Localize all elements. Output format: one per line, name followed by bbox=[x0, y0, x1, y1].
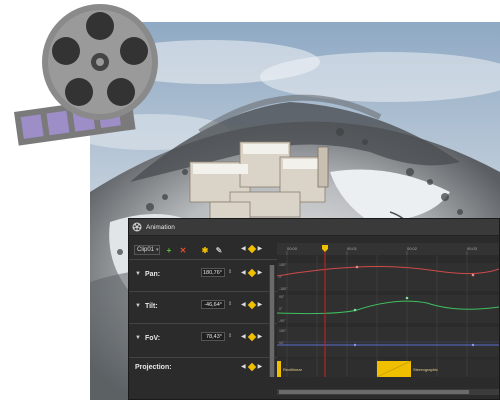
tilt-label[interactable]: ▼ Tilt: bbox=[135, 303, 158, 310]
tilt-spinner[interactable]: ⇕ bbox=[228, 300, 233, 309]
fov-value-input[interactable]: 78,43° bbox=[201, 332, 225, 341]
projection-keyframe-nav: ◀ ▶ bbox=[241, 362, 263, 371]
tilt-keyframe-point[interactable] bbox=[405, 296, 409, 300]
pan-scale-label: 180° bbox=[279, 263, 287, 267]
collapse-icon[interactable]: ▼ bbox=[135, 335, 141, 341]
collapse-icon[interactable]: ▼ bbox=[135, 303, 141, 309]
divider bbox=[129, 357, 277, 358]
delete-clip-icon[interactable]: ✕ bbox=[178, 245, 188, 255]
keyframe-diamond-icon[interactable] bbox=[247, 244, 256, 253]
pan-label[interactable]: ▼ Pan: bbox=[135, 271, 160, 278]
fov-scale-label: 90° bbox=[279, 341, 285, 345]
next-arrow-icon[interactable]: ▶ bbox=[258, 245, 263, 252]
pan-value-input[interactable]: 180,76° bbox=[201, 268, 225, 277]
tilt-value-input[interactable]: -46,64° bbox=[201, 300, 225, 309]
next-arrow-icon[interactable]: ▶ bbox=[258, 269, 263, 276]
next-arrow-icon[interactable]: ▶ bbox=[258, 333, 263, 340]
projection-label: Projection: bbox=[135, 363, 172, 371]
next-arrow-icon[interactable]: ▶ bbox=[258, 301, 263, 308]
animation-panel: Animation Clip01 ▾ + ✕ ✱ ✎ ◀ ▶ ▼ Pan: 180… bbox=[128, 218, 500, 400]
tilt-keyframe-nav: ◀ ▶ bbox=[241, 300, 263, 309]
fov-keyframe-point[interactable] bbox=[353, 343, 357, 347]
collapse-icon[interactable]: ▼ bbox=[135, 271, 141, 277]
pan-row: ▼ Pan: 180,76° ⇕ ◀ ▶ bbox=[129, 263, 277, 285]
divider bbox=[129, 259, 277, 260]
toolbar-keyframe-nav: ◀ ▶ bbox=[241, 244, 263, 253]
time-tick: 00:02 bbox=[407, 246, 418, 251]
prev-arrow-icon[interactable]: ◀ bbox=[241, 269, 246, 276]
prev-arrow-icon[interactable]: ◀ bbox=[241, 301, 246, 308]
scrollbar-thumb[interactable] bbox=[270, 265, 274, 377]
keyframe-diamond-icon[interactable] bbox=[247, 362, 256, 371]
tilt-scale-label: 0° bbox=[279, 307, 283, 311]
panel-title: Animation bbox=[146, 223, 175, 231]
animation-titlebar: Animation bbox=[129, 219, 499, 236]
time-tick: 00:01 bbox=[347, 246, 358, 251]
projection-segment-label: Stereographic bbox=[413, 367, 438, 372]
projection-row: Projection: ◀ ▶ bbox=[129, 359, 277, 375]
add-keyframe-icon[interactable]: ✱ bbox=[200, 245, 210, 255]
keyframe-diamond-icon[interactable] bbox=[247, 300, 256, 309]
prev-arrow-icon[interactable]: ◀ bbox=[241, 363, 246, 370]
clip-toolbar: Clip01 ▾ + ✕ ✱ ✎ ◀ ▶ bbox=[129, 243, 277, 257]
fov-row: ▼ FoV: 78,43° ⇕ ◀ ▶ bbox=[129, 327, 277, 349]
clip-select[interactable]: Clip01 ▾ bbox=[134, 245, 160, 255]
fov-keyframe-nav: ◀ ▶ bbox=[241, 332, 263, 341]
pan-spinner[interactable]: ⇕ bbox=[228, 268, 233, 277]
film-reel-logo bbox=[10, 0, 170, 165]
time-tick: 00:03 bbox=[467, 246, 478, 251]
tilt-scale-label: 90° bbox=[279, 295, 285, 299]
prev-arrow-icon[interactable]: ◀ bbox=[241, 245, 246, 252]
projection-segment-rectilinear[interactable] bbox=[277, 361, 281, 377]
fov-keyframe-point[interactable] bbox=[471, 343, 475, 347]
next-arrow-icon[interactable]: ▶ bbox=[258, 363, 263, 370]
pan-keyframe-point[interactable] bbox=[355, 265, 359, 269]
divider bbox=[129, 323, 277, 324]
fov-label[interactable]: ▼ FoV: bbox=[135, 335, 160, 342]
animation-icon bbox=[132, 222, 142, 232]
add-clip-icon[interactable]: + bbox=[164, 245, 174, 255]
timeline[interactable]: 00:00 00:01 00:02 00:03 180° 0° -180° 90… bbox=[276, 243, 500, 399]
tilt-row: ▼ Tilt: -46,64° ⇕ ◀ ▶ bbox=[129, 295, 277, 317]
keyframe-diamond-icon[interactable] bbox=[247, 268, 256, 277]
pan-scale-label: -180° bbox=[279, 287, 288, 291]
time-tick: 00:00 bbox=[287, 246, 298, 251]
projection-segment-label: Rectilinear bbox=[283, 367, 303, 372]
fov-spinner[interactable]: ⇕ bbox=[228, 332, 233, 341]
tilt-keyframe-point[interactable] bbox=[353, 308, 357, 312]
clip-select-value: Clip01 bbox=[137, 247, 155, 253]
horizontal-scrollbar-thumb[interactable] bbox=[279, 390, 469, 394]
pan-keyframe-nav: ◀ ▶ bbox=[241, 268, 263, 277]
pan-keyframe-point[interactable] bbox=[471, 273, 475, 277]
tilt-scale-label: -90° bbox=[279, 319, 286, 323]
tools-icon[interactable]: ✎ bbox=[214, 245, 224, 255]
divider bbox=[129, 291, 277, 292]
fov-scale-label: 180° bbox=[279, 329, 287, 333]
time-ruler[interactable] bbox=[277, 243, 499, 255]
chevron-down-icon: ▾ bbox=[156, 247, 159, 253]
prev-arrow-icon[interactable]: ◀ bbox=[241, 333, 246, 340]
keyframe-diamond-icon[interactable] bbox=[247, 332, 256, 341]
vertical-scrollbar[interactable] bbox=[269, 265, 275, 377]
